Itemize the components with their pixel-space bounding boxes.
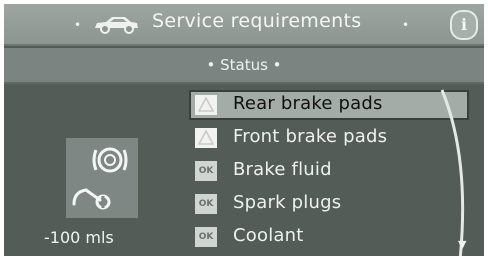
brake-service-icon <box>92 147 128 173</box>
ok-badge: OK <box>195 161 217 181</box>
info-icon: i <box>460 15 468 34</box>
page-title: Service requirements <box>152 10 362 32</box>
ok-badge: OK <box>195 194 217 214</box>
menu-left-dot: • <box>74 18 82 32</box>
service-indicator-tile <box>66 138 138 218</box>
list-item-brake-fluid[interactable]: OK Brake fluid <box>189 156 469 186</box>
status-label: • Status • <box>4 56 484 74</box>
status-right-dot: • <box>267 56 282 74</box>
status-tab[interactable]: • Status • <box>4 48 484 84</box>
item-label: Brake fluid <box>233 159 332 180</box>
scroll-indicator[interactable] <box>436 88 476 256</box>
wrench-service-icon <box>72 188 111 210</box>
ok-badge: OK <box>195 227 217 247</box>
menu-right-dot: • <box>402 18 410 32</box>
info-button[interactable]: i <box>450 10 478 40</box>
item-label: Front brake pads <box>233 126 388 147</box>
item-label: Rear brake pads <box>233 93 383 114</box>
distance-remaining: -100 mls <box>44 228 114 247</box>
list-item-front-brake-pads[interactable]: Front brake pads <box>189 123 469 153</box>
list-item-rear-brake-pads[interactable]: Rear brake pads <box>189 90 469 120</box>
car-icon <box>95 17 138 34</box>
item-label: Spark plugs <box>233 192 342 213</box>
warning-icon <box>195 95 217 115</box>
warning-icon <box>195 128 217 148</box>
list-item-spark-plugs[interactable]: OK Spark plugs <box>189 189 469 219</box>
scroll-down-icon[interactable]: ▼ <box>458 238 466 251</box>
status-text: Status <box>220 56 268 74</box>
service-screen: • Service requirements • i • Status • -1… <box>4 4 484 256</box>
title-bar: • Service requirements • i <box>4 4 484 46</box>
item-label: Coolant <box>233 225 304 246</box>
status-left-dot: • <box>206 56 221 74</box>
list-item-coolant[interactable]: OK Coolant <box>189 222 469 252</box>
